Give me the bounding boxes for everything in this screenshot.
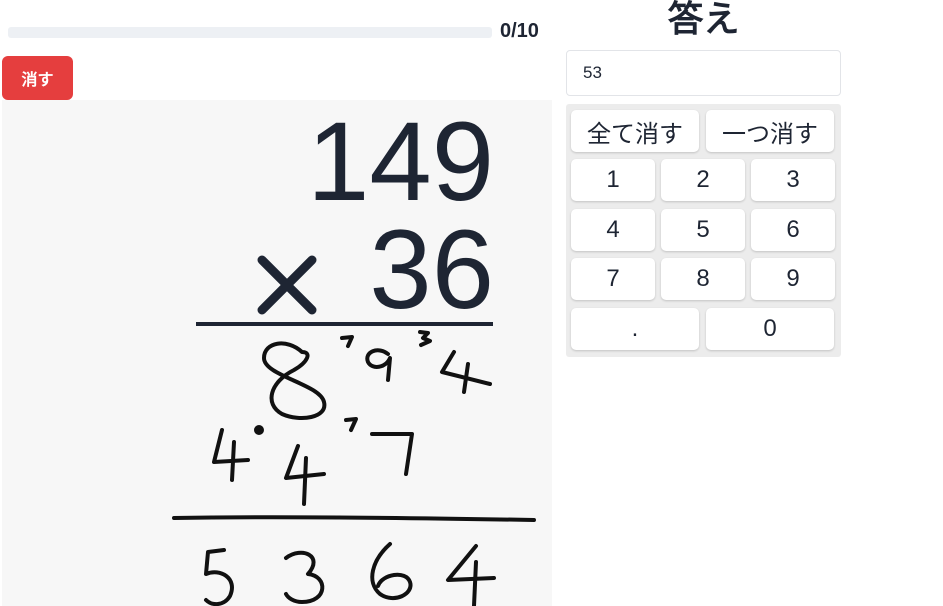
key-9[interactable]: 9 — [751, 258, 835, 300]
key-8[interactable]: 8 — [661, 258, 745, 300]
answer-title: 答え — [667, 0, 740, 40]
number-keypad: 全て消す 一つ消す 1 2 3 4 5 6 7 8 9 . 0 — [566, 104, 841, 357]
key-6[interactable]: 6 — [751, 209, 835, 251]
progress-counter: 0/10 — [500, 20, 539, 42]
scratch-canvas[interactable]: 149 36 — [2, 100, 552, 606]
key-7[interactable]: 7 — [571, 258, 655, 300]
answer-input[interactable] — [566, 50, 841, 96]
backspace-button[interactable]: 一つ消す — [706, 110, 834, 152]
progress-bar — [8, 27, 492, 38]
key-0[interactable]: 0 — [706, 308, 834, 350]
key-1[interactable]: 1 — [571, 159, 655, 201]
clear-canvas-button[interactable]: 消す — [2, 56, 73, 100]
handwriting-strokes — [172, 330, 536, 606]
key-5[interactable]: 5 — [661, 209, 745, 251]
key-2[interactable]: 2 — [661, 159, 745, 201]
key-3[interactable]: 3 — [751, 159, 835, 201]
key-decimal[interactable]: . — [571, 308, 699, 350]
key-4[interactable]: 4 — [571, 209, 655, 251]
clear-all-button[interactable]: 全て消す — [571, 110, 699, 152]
